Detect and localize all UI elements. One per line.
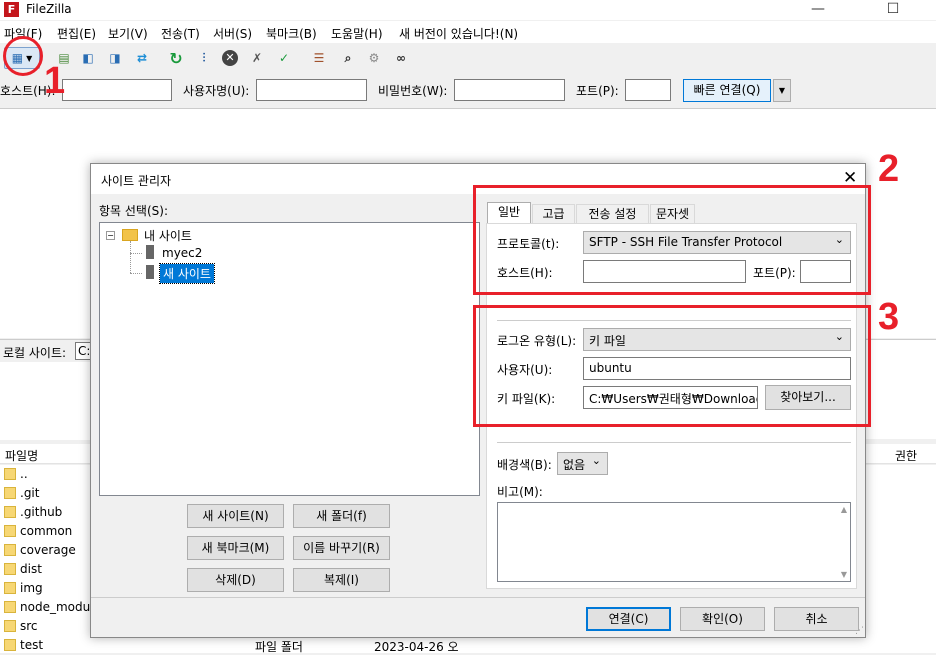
binoculars-icon[interactable]: ∞ [390, 47, 412, 69]
window-title: FileZilla [26, 2, 72, 16]
file-type: 파일 폴더 [255, 640, 303, 654]
search-icon[interactable]: ⌕ [337, 47, 359, 69]
menu-transfer[interactable]: 전송(T) [161, 25, 200, 42]
tree-line [130, 241, 131, 273]
menu-edit[interactable]: 편집(E) [57, 25, 96, 42]
filezilla-logo-icon: F [4, 2, 19, 17]
minimize-icon[interactable]: — [795, 0, 841, 20]
quick-port-input[interactable] [625, 79, 671, 101]
folder-icon [4, 620, 16, 632]
local-site-bar: 로컬 사이트: C: [0, 339, 100, 361]
annotation-number-1: 1 [44, 60, 66, 102]
local-site-label: 로컬 사이트: [3, 346, 67, 360]
disconnect-icon[interactable]: ✗ [246, 47, 268, 69]
bgcolor-value: 없음 [563, 458, 586, 472]
folder-icon [4, 468, 16, 480]
chevron-down-icon: ⌄ [591, 454, 601, 467]
menu-bookmarks[interactable]: 북마크(B) [266, 25, 317, 42]
folder-icon [4, 639, 16, 651]
menu-new-version[interactable]: 새 버전이 있습니다!(N) [399, 25, 518, 42]
maximize-icon[interactable]: ☐ [870, 0, 916, 20]
sync-icon[interactable]: ⚙ [363, 47, 385, 69]
window-titlebar: F FileZilla — ☐ [0, 0, 936, 20]
folder-icon [4, 525, 16, 537]
quick-connect-button[interactable]: 빠른 연결(Q) [683, 79, 771, 102]
ok-button[interactable]: 확인(O) [680, 607, 765, 631]
quick-user-input[interactable] [256, 79, 367, 101]
tree-root-label[interactable]: 내 사이트 [144, 227, 192, 244]
delete-button[interactable]: 삭제(D) [187, 568, 284, 592]
bgcolor-select[interactable]: 없음 ⌄ [557, 452, 608, 475]
refresh-icon[interactable]: ↻ [165, 47, 187, 69]
menu-help[interactable]: 도움말(H) [331, 25, 383, 42]
quick-history-dropdown[interactable]: ▼ [773, 79, 791, 102]
tree-label: 항목 선택(S): [99, 204, 168, 218]
reconnect-icon[interactable]: ✓ [273, 47, 295, 69]
column-permissions[interactable]: 권한 [895, 447, 917, 464]
quick-port-label: 포트(P): [576, 84, 619, 98]
comment-label: 비고(M): [497, 485, 543, 499]
divider [91, 597, 865, 598]
resize-grip-icon[interactable]: ⋰ [855, 626, 864, 636]
quick-password-input[interactable] [454, 79, 565, 101]
folder-icon [4, 487, 16, 499]
quick-password-label: 비밀번호(W): [378, 84, 448, 98]
quick-user-label: 사용자명(U): [183, 84, 250, 98]
annotation-number-2: 2 [878, 148, 900, 190]
folder-icon [122, 229, 138, 241]
menu-server[interactable]: 서버(S) [213, 25, 252, 42]
folder-icon [4, 563, 16, 575]
folder-icon [4, 506, 16, 518]
server-icon [146, 265, 154, 279]
new-folder-button[interactable]: 새 폴더(f) [293, 504, 390, 528]
tree-item-new-site[interactable]: 새 사이트 [159, 263, 215, 284]
annotation-circle [3, 36, 43, 76]
list-item[interactable]: test 파일 폴더 2023-04-26 오 [0, 636, 936, 655]
tree-item-myec2[interactable]: myec2 [162, 246, 202, 260]
chevron-down-icon: ▼ [778, 86, 786, 95]
scroll-up-icon[interactable]: ▲ [841, 505, 847, 514]
compare-icon[interactable]: ☰ [308, 47, 330, 69]
divider [497, 442, 851, 443]
folder-icon [4, 601, 16, 613]
comment-textarea[interactable]: ▲ ▼ [497, 502, 851, 582]
quickconnect-bar: 호스트(H): 사용자명(U): 비밀번호(W): 포트(P): 빠른 연결(Q… [0, 74, 936, 106]
annotation-box-2 [473, 185, 871, 295]
dialog-title: 사이트 관리자 [101, 174, 172, 188]
site-tree[interactable]: − 내 사이트 myec2 새 사이트 [99, 222, 480, 496]
toolbar: ▦ ▼ ▤ ◧ ◨ ⇄ ↻ ⫶ ✕ ✗ ✓ ☰ ⌕ ⚙ ∞ [0, 43, 936, 73]
menu-bar: 파일(F) 편집(E) 보기(V) 전송(T) 서버(S) 북마크(B) 도움말… [0, 21, 936, 43]
annotation-number-3: 3 [878, 296, 900, 338]
duplicate-button[interactable]: 복제(I) [293, 568, 390, 592]
tree-line [130, 253, 142, 254]
rename-button[interactable]: 이름 바꾸기(R) [293, 536, 390, 560]
connect-button[interactable]: 연결(C) [586, 607, 671, 631]
collapse-icon[interactable]: − [106, 231, 115, 240]
transfer-queue-icon[interactable]: ⇄ [131, 47, 153, 69]
server-icon [146, 245, 154, 259]
folder-icon [4, 582, 16, 594]
annotation-box-3 [473, 305, 871, 427]
remote-tree-icon[interactable]: ◨ [104, 47, 126, 69]
new-bookmark-button[interactable]: 새 북마크(M) [187, 536, 284, 560]
bgcolor-label: 배경색(B): [497, 458, 552, 472]
scroll-down-icon[interactable]: ▼ [841, 570, 847, 579]
column-filename[interactable]: 파일명 [5, 447, 38, 464]
new-site-button[interactable]: 새 사이트(N) [187, 504, 284, 528]
tree-line [130, 273, 142, 274]
folder-icon [4, 544, 16, 556]
filter-icon[interactable]: ⫶ [193, 47, 215, 69]
local-tree[interactable] [0, 362, 100, 440]
cancel-button[interactable]: 취소 [774, 607, 859, 631]
quick-host-input[interactable] [62, 79, 172, 101]
menu-view[interactable]: 보기(V) [108, 25, 148, 42]
remote-tree[interactable] [866, 339, 936, 439]
file-date: 2023-04-26 오 [374, 640, 459, 654]
local-tree-icon[interactable]: ◧ [77, 47, 99, 69]
cancel-icon[interactable]: ✕ [219, 47, 241, 69]
